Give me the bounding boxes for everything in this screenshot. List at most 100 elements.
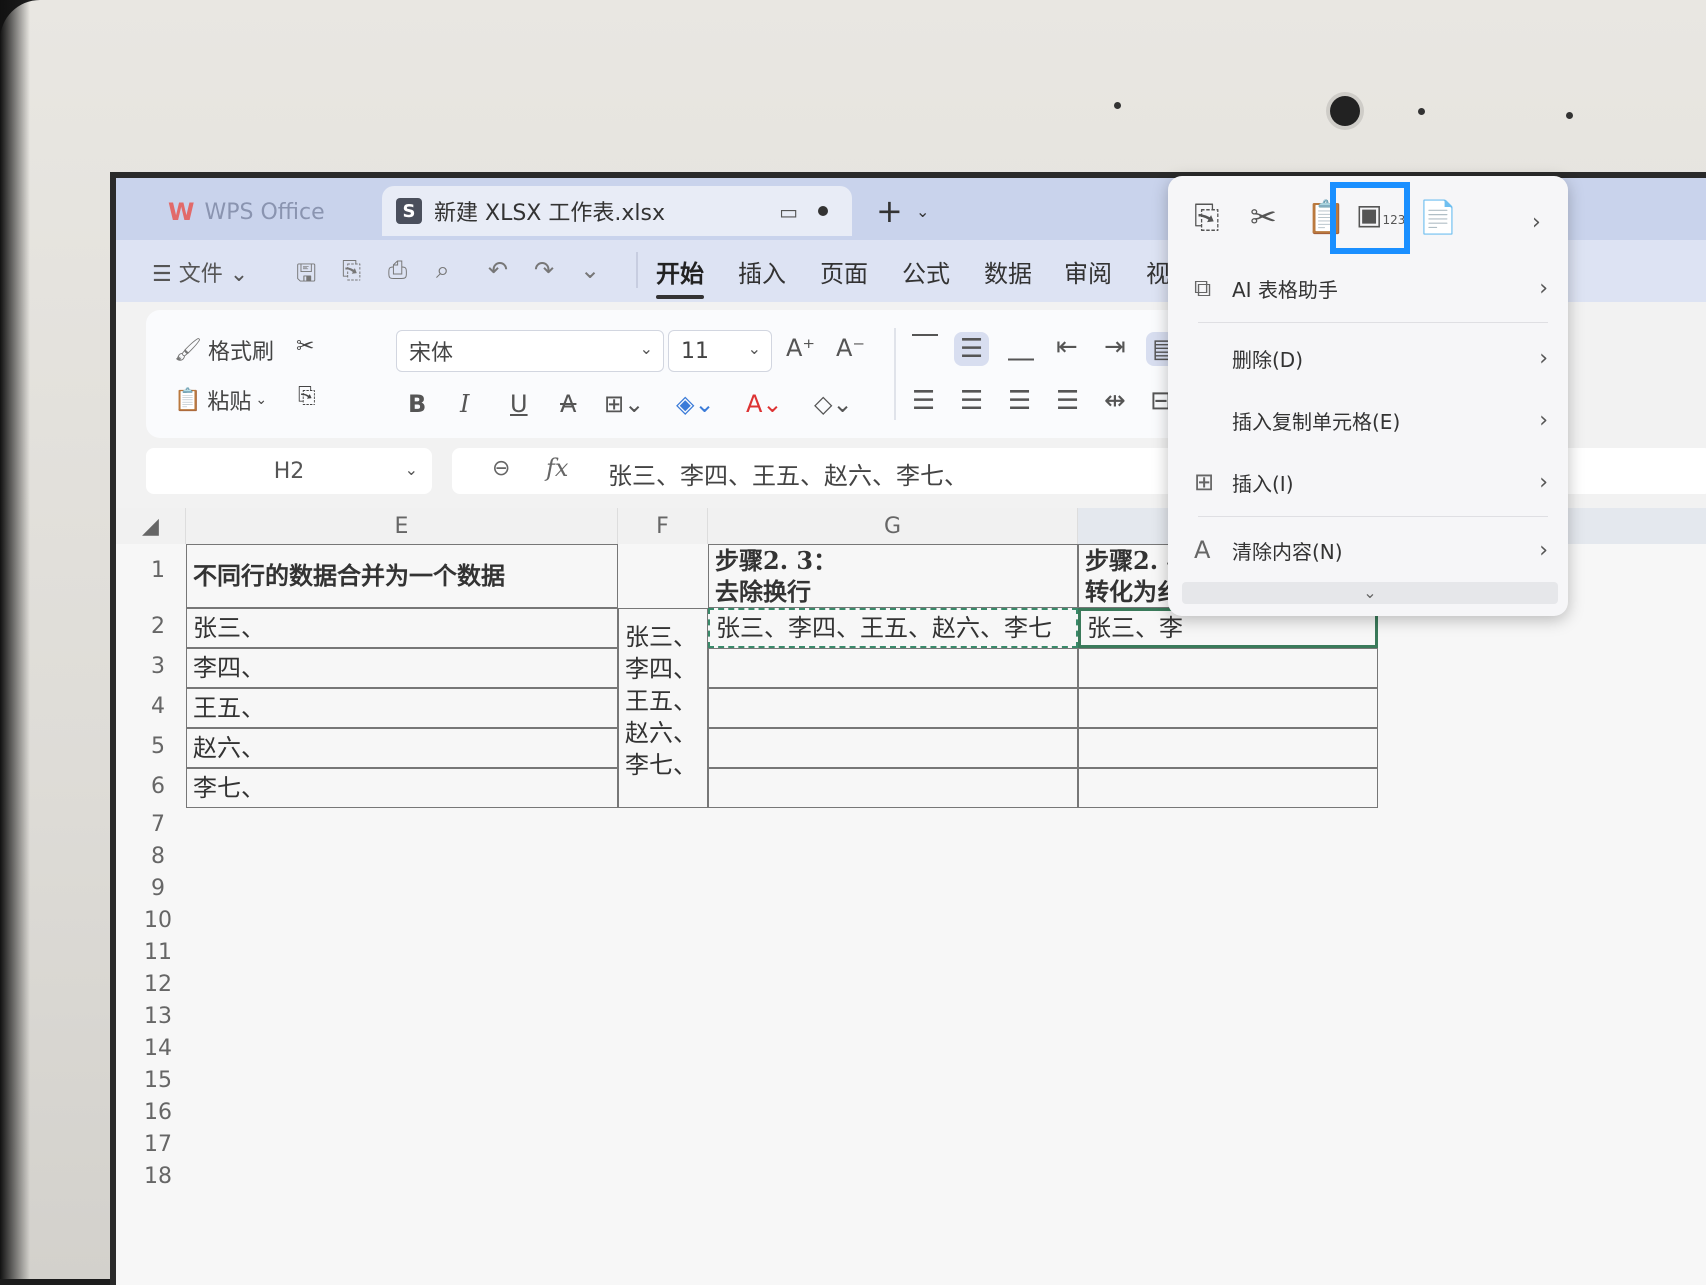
- justify-icon[interactable]: ☰: [1056, 386, 1079, 416]
- format-painter-button[interactable]: 🖌 格式刷: [174, 334, 274, 366]
- menu-item-insert-copied-cells[interactable]: 插入复制单元格(E) ›: [1168, 392, 1568, 448]
- align-top-icon[interactable]: ⎺: [912, 332, 938, 363]
- cell-h3[interactable]: [1078, 648, 1378, 688]
- undo-icon[interactable]: ↶: [488, 256, 508, 284]
- menu-item-clear-content[interactable]: A 清除内容(N) ›: [1168, 522, 1568, 578]
- row-header[interactable]: 6: [138, 774, 178, 799]
- cut-icon[interactable]: ✂: [1250, 198, 1277, 236]
- paste-special-icon[interactable]: 📄: [1418, 198, 1458, 236]
- indent-icon[interactable]: ⇥: [1104, 332, 1126, 362]
- column-header-f[interactable]: F: [618, 508, 708, 544]
- cell-e2[interactable]: 张三、: [186, 608, 618, 648]
- fill-color-icon[interactable]: ◈⌄: [676, 390, 715, 418]
- new-tab-button[interactable]: +: [876, 192, 903, 230]
- cell-e1[interactable]: 不同行的数据合并为一个数据: [186, 544, 618, 608]
- italic-button[interactable]: I: [460, 390, 469, 418]
- chevron-right-icon: ›: [1539, 469, 1548, 495]
- copy-icon[interactable]: ⎘: [298, 384, 316, 409]
- chevron-down-icon[interactable]: ⌄: [916, 202, 929, 221]
- cell-g6[interactable]: [708, 768, 1078, 808]
- select-all-corner[interactable]: ◢: [116, 508, 186, 544]
- cell-f2-merged[interactable]: 张三、 李四、 王五、 赵六、 李七、: [618, 608, 708, 808]
- outdent-icon[interactable]: ⇤: [1056, 332, 1078, 362]
- row-header[interactable]: 15: [138, 1068, 178, 1093]
- align-bottom-icon[interactable]: ⎽: [1008, 332, 1034, 363]
- tab-data[interactable]: 数据: [984, 254, 1032, 289]
- row-header[interactable]: 10: [138, 908, 178, 933]
- zoom-icon[interactable]: ⊖: [492, 456, 510, 481]
- tab-review[interactable]: 审阅: [1064, 254, 1112, 289]
- name-box[interactable]: H2 ⌄: [146, 448, 432, 494]
- row-header[interactable]: 14: [138, 1036, 178, 1061]
- underline-button[interactable]: U: [510, 390, 528, 418]
- row-header[interactable]: 7: [138, 812, 178, 837]
- row-header[interactable]: 13: [138, 1004, 178, 1029]
- cut-icon[interactable]: ✂: [296, 334, 314, 359]
- borders-icon[interactable]: ⊞⌄: [604, 390, 644, 418]
- fx-icon[interactable]: fx: [546, 454, 568, 482]
- menu-item-delete[interactable]: 删除(D) ›: [1168, 330, 1568, 386]
- align-right-icon[interactable]: ☰: [1008, 386, 1031, 416]
- row-header[interactable]: 1: [138, 558, 178, 583]
- distributed-icon[interactable]: ⇹: [1104, 386, 1126, 416]
- row-header[interactable]: 18: [138, 1164, 178, 1189]
- paste-button[interactable]: 📋 粘贴 ⌄: [174, 384, 267, 416]
- cell-g4[interactable]: [708, 688, 1078, 728]
- formula-content[interactable]: 张三、李四、王五、赵六、李七、: [608, 456, 968, 491]
- column-header-g[interactable]: G: [708, 508, 1078, 544]
- cell-g3[interactable]: [708, 648, 1078, 688]
- print-preview-icon[interactable]: ⌕: [436, 256, 449, 284]
- save-icon[interactable]: 🖫: [296, 256, 316, 297]
- align-middle-icon[interactable]: ☰: [954, 332, 990, 366]
- paste-label: 粘贴: [207, 390, 252, 415]
- row-header[interactable]: 9: [138, 876, 178, 901]
- menu-item-insert[interactable]: ⊞ 插入(I) ›: [1168, 454, 1568, 510]
- menu-item-ai-assistant[interactable]: ⧉ AI 表格助手 ›: [1168, 260, 1568, 316]
- row-header[interactable]: 17: [138, 1132, 178, 1157]
- cell-e6[interactable]: 李七、: [186, 768, 618, 808]
- font-name-select[interactable]: 宋体 ⌄: [396, 330, 664, 372]
- row-header[interactable]: 11: [138, 940, 178, 965]
- align-center-icon[interactable]: ☰: [960, 386, 983, 416]
- monitor-icon[interactable]: ▭: [779, 200, 798, 224]
- file-tab[interactable]: S 新建 XLSX 工作表.xlsx ▭: [382, 186, 852, 236]
- copy-icon[interactable]: ⎘: [1194, 198, 1220, 237]
- row-header[interactable]: 8: [138, 844, 178, 869]
- chevron-down-icon[interactable]: ⌄: [580, 256, 600, 284]
- eraser-icon[interactable]: ◇⌄: [814, 390, 853, 418]
- bold-button[interactable]: B: [408, 390, 426, 418]
- export-icon[interactable]: ⎘: [342, 256, 361, 284]
- cell-e4[interactable]: 王五、: [186, 688, 618, 728]
- cell-e5[interactable]: 赵六、: [186, 728, 618, 768]
- tab-page[interactable]: 页面: [820, 254, 868, 289]
- row-header[interactable]: 2: [138, 614, 178, 639]
- tab-formula[interactable]: 公式: [902, 254, 950, 289]
- shrink-font-button[interactable]: A⁻: [836, 334, 865, 362]
- row-header[interactable]: 16: [138, 1100, 178, 1125]
- chevron-right-icon[interactable]: ›: [1532, 210, 1541, 235]
- row-header[interactable]: 5: [138, 734, 178, 759]
- row-header[interactable]: 3: [138, 654, 178, 679]
- tab-insert[interactable]: 插入: [738, 254, 786, 289]
- tab-home[interactable]: 开始: [656, 254, 704, 299]
- cell-h4[interactable]: [1078, 688, 1378, 728]
- grow-font-button[interactable]: A⁺: [786, 334, 815, 362]
- row-header[interactable]: 4: [138, 694, 178, 719]
- cell-g5[interactable]: [708, 728, 1078, 768]
- cell-g2[interactable]: 张三、李四、王五、赵六、李七: [708, 608, 1078, 648]
- file-menu-button[interactable]: ☰ 文件 ⌄: [152, 256, 248, 288]
- wps-home-tab[interactable]: W WPS Office: [148, 192, 368, 232]
- font-color-icon[interactable]: A⌄: [746, 390, 783, 418]
- strikethrough-button[interactable]: A: [560, 390, 576, 418]
- column-header-e[interactable]: E: [186, 508, 618, 544]
- redo-icon[interactable]: ↷: [534, 256, 554, 284]
- cell-e3[interactable]: 李四、: [186, 648, 618, 688]
- cell-h5[interactable]: [1078, 728, 1378, 768]
- align-left-icon[interactable]: ☰: [912, 386, 935, 416]
- cell-g1[interactable]: 步骤2. 3： 去除换行: [708, 544, 1078, 608]
- font-size-select[interactable]: 11 ⌄: [668, 330, 772, 372]
- expand-menu-button[interactable]: ⌄: [1182, 582, 1558, 604]
- cell-h6[interactable]: [1078, 768, 1378, 808]
- row-header[interactable]: 12: [138, 972, 178, 997]
- print-icon[interactable]: ⎙: [388, 256, 407, 284]
